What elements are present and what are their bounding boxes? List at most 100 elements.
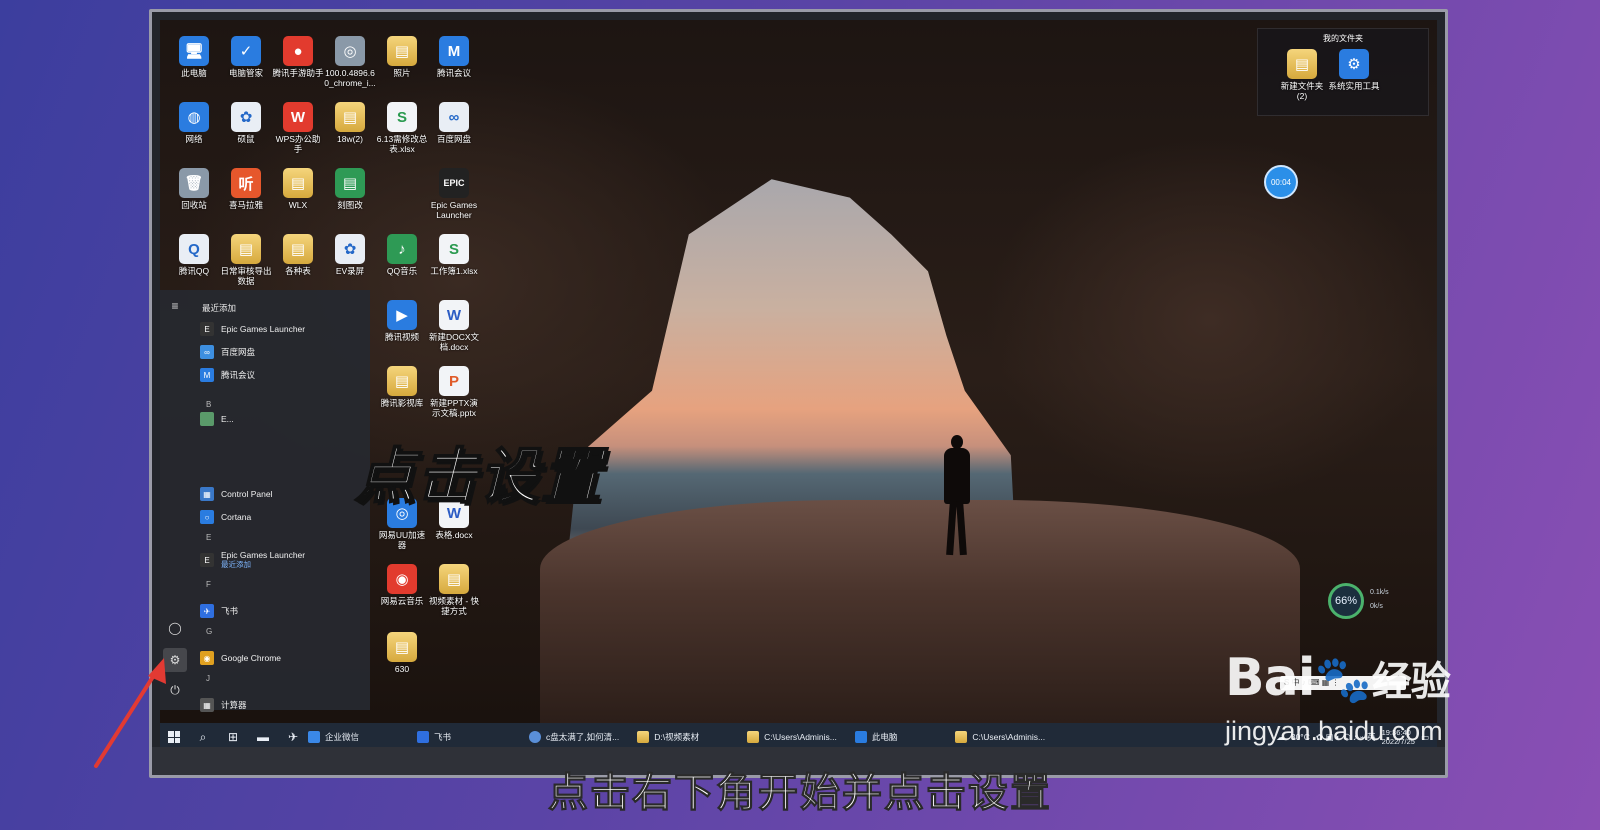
taskbar-app-folder-videos[interactable]: D:\视频素材 [637, 731, 699, 743]
desktop-icon[interactable]: ▤ 18w(2) [324, 102, 376, 144]
download-speed: 0k/s [1370, 603, 1383, 610]
mail-icon[interactable]: ▬ [248, 730, 278, 744]
desktop-icon-label: 百度网盘 [436, 134, 471, 144]
start-menu-item[interactable]: ✈ 飞书 [200, 602, 360, 620]
task-view-icon[interactable]: ⊞ [218, 730, 248, 744]
desktop-icon[interactable]: 🖥 此电脑 [168, 36, 220, 78]
desktop-icon[interactable]: ∞ 百度网盘 [428, 102, 480, 144]
start-menu-item[interactable]: E Epic Games Launcher 最近添加 [200, 550, 360, 569]
start-menu-letter-header[interactable]: F [206, 580, 211, 589]
desktop-icon-label: 视频素材 - 快捷方式 [428, 596, 480, 616]
desktop-icon-label: 此电脑 [181, 68, 207, 78]
network-monitor-widget[interactable]: 66% 0.1k/s 0k/s [1328, 583, 1406, 619]
app-icon: ▤ [387, 632, 417, 662]
hamburger-menu-icon[interactable]: ≡ [167, 298, 183, 314]
desktop-icon-label: QQ音乐 [386, 266, 418, 276]
start-menu-letter-header[interactable]: B [206, 400, 211, 409]
folder-icon [747, 731, 760, 743]
desktop-icon[interactable]: W 新建DOCX文档.docx [428, 300, 480, 352]
desktop-icon-label: WPS办公助手 [275, 134, 321, 154]
taskbar-app-wecom[interactable]: 企业微信 [308, 731, 359, 743]
start-menu-item-partial[interactable]: E... [200, 410, 360, 428]
desktop-icon[interactable]: ◍ 网络 [168, 102, 220, 144]
watermark-brand2: 经验 [1371, 659, 1451, 705]
start-menu-letter-header[interactable]: E [206, 533, 211, 542]
desktop-icon[interactable]: ▤ 630 [376, 632, 428, 674]
app-icon: ▶ [387, 300, 417, 330]
desktop-icon-new-folder[interactable]: ▤ 新建文件夹 (2) [1276, 49, 1328, 101]
desktop-icon[interactable]: ✓ 电脑管家 [220, 36, 272, 78]
user-account-icon[interactable]: ◯ [167, 620, 183, 636]
desktop-icon-label: 回收站 [181, 200, 207, 210]
app-icon: 🖥 [179, 36, 209, 66]
desktop-icon[interactable]: 听喜马拉雅 [220, 168, 272, 210]
taskbar-app-this-pc[interactable]: 此电脑 [854, 731, 897, 743]
desktop-icon[interactable]: ▤ 视频素材 - 快捷方式 [428, 564, 480, 616]
desktop-icon[interactable]: S 6.13需修改总表.xlsx [376, 102, 428, 154]
recording-timer[interactable]: 00:04 [1264, 165, 1298, 199]
start-menu-item-label: Control Panel [221, 489, 273, 499]
start-menu-item[interactable]: ○ Cortana [200, 508, 360, 526]
app-icon: E [200, 322, 214, 336]
start-menu-item-label: Google Chrome [221, 653, 282, 663]
my-documents-title: 我的文件夹 [1323, 34, 1363, 43]
desktop-icon[interactable]: P 新建PPTX演示文稿.pptx [428, 366, 480, 418]
start-menu-item[interactable]: M 腾讯会议 [200, 366, 360, 384]
feishu-pinned-icon[interactable]: ✈ [278, 730, 308, 744]
desktop-icon-system-tools[interactable]: ⚙ 系统实用工具 [1328, 49, 1380, 91]
desktop-icon[interactable]: ▶ 腾讯视频 [376, 300, 428, 342]
desktop-icon[interactable]: ▤ 照片 [376, 36, 428, 78]
app-icon: W [439, 300, 469, 330]
desktop-icon[interactable]: 🗑 回收站 [168, 168, 220, 210]
desktop-icon[interactable]: M 腾讯会议 [428, 36, 480, 78]
desktop-icon[interactable]: ▤ 腾讯影视库 [376, 366, 428, 408]
start-menu-item-label: 腾讯会议 [221, 370, 256, 380]
desktop-icon[interactable]: ♪ QQ音乐 [376, 234, 428, 276]
start-menu-letter-header[interactable]: J [206, 674, 210, 683]
desktop-icon[interactable]: ▤ 各种表 [272, 234, 324, 276]
wecom-icon [308, 731, 320, 743]
tutorial-overlay-title: 点击设置 [354, 442, 603, 511]
desktop-icon[interactable]: ▤ 刻图改 [324, 168, 376, 210]
start-menu-letter-header[interactable]: G [206, 627, 212, 636]
start-menu-item[interactable]: ◉ Google Chrome [200, 649, 360, 667]
start-menu-item[interactable]: ▦ 计算器 [200, 696, 360, 714]
start-menu-item[interactable]: ▦ Control Panel [200, 485, 360, 503]
taskbar-app-feishu[interactable]: 飞书 [417, 731, 451, 743]
start-menu-item[interactable]: ∞ 百度网盘 [200, 343, 360, 361]
app-icon: 听 [231, 168, 261, 198]
app-icon: ✿ [335, 234, 365, 264]
app-icon: ▤ [231, 234, 261, 264]
taskbar-app-folder-users-1[interactable]: C:\Users\Adminis... [747, 731, 837, 743]
taskbar-app-browser[interactable]: c盘太满了,如何清... [529, 731, 619, 743]
start-menu: ≡ ◯ ⚙ ⏻ 最近添加 B E F G J E Epic Games Launcher ∞ 百… [160, 290, 370, 712]
app-icon: M [200, 368, 214, 382]
desktop-icon[interactable]: ● 腾讯手游助手 [272, 36, 324, 78]
app-icon: ▦ [200, 698, 214, 712]
desktop-icon[interactable]: EPIC Epic Games Launcher [428, 168, 480, 220]
taskbar-app-folder-users-2[interactable]: C:\Users\Adminis... [955, 731, 1045, 743]
tutorial-caption: 点击右下角开始并点击设置 [548, 771, 1052, 816]
desktop-icon-label: 表格.docx [435, 530, 473, 540]
desktop-icon[interactable]: ◉ 网易云音乐 [376, 564, 428, 606]
desktop-icon-label: 新建DOCX文档.docx [428, 332, 480, 352]
app-icon: P [439, 366, 469, 396]
desktop-icon[interactable]: ✿ EV录屏 [324, 234, 376, 276]
desktop-icon[interactable]: W WPS办公助手 [272, 102, 324, 154]
desktop-icon[interactable]: ▤ WLX [272, 168, 324, 210]
recently-added-header: 最近添加 [202, 303, 237, 313]
start-menu-item[interactable]: E Epic Games Launcher [200, 320, 360, 338]
app-icon: ▤ [439, 564, 469, 594]
desktop-icon[interactable]: Q 腾讯QQ [168, 234, 220, 276]
desktop-icon[interactable]: S 工作簿1.xlsx [428, 234, 480, 276]
gear-icon: ⚙ [1339, 49, 1369, 79]
app-icon: ▤ [283, 234, 313, 264]
desktop-icon[interactable]: ▤ 日常审核导出数据 [220, 234, 272, 286]
start-menu-item-label: Cortana [221, 512, 252, 522]
folder-icon [637, 731, 650, 743]
desktop-icon-label: 网络 [185, 134, 203, 144]
desktop-icon[interactable]: ◎ 100.0.4896.60_chrome_i... [324, 36, 376, 88]
desktop-icon-label: 腾讯QQ [178, 266, 210, 276]
desktop-icon[interactable]: ✿ 硕鼠 [220, 102, 272, 144]
search-icon[interactable]: ⌕ [188, 730, 218, 745]
